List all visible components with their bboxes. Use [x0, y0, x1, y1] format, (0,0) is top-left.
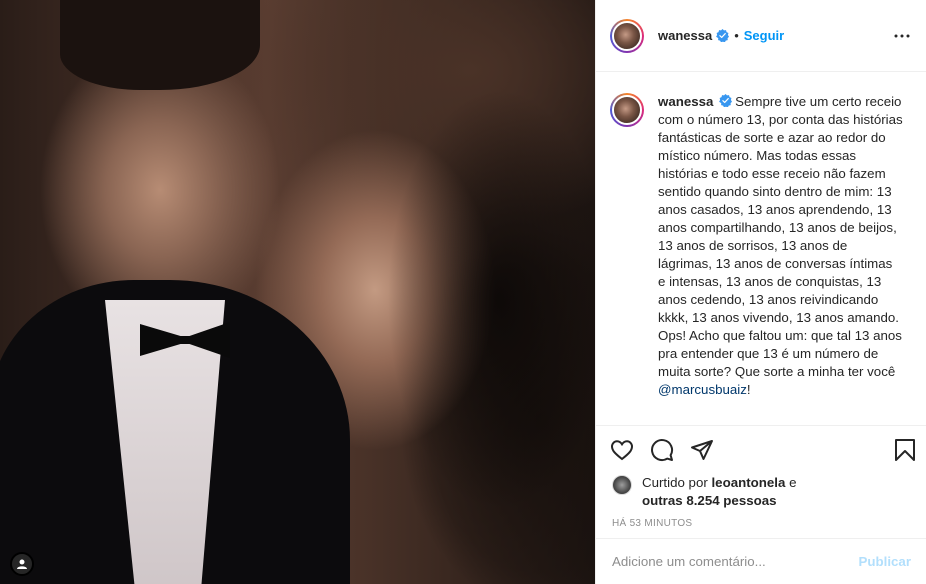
likes-others-link[interactable]: outras 8.254 pessoas — [642, 493, 777, 508]
caption-section: wanessa Sempre tive um certo receio com … — [596, 73, 926, 425]
actions-section: Curtido por leoantonela e outras 8.254 p… — [596, 425, 926, 542]
comment-bar: Adicione um comentário... Publicar — [596, 538, 926, 584]
heart-icon[interactable] — [610, 438, 634, 462]
more-horizontal-icon[interactable] — [894, 28, 910, 44]
photo-hair-right — [270, 0, 595, 584]
post-photo[interactable] — [0, 0, 595, 584]
verified-badge-icon — [716, 29, 730, 42]
caption-body: Sempre tive um certo receio com o número… — [658, 94, 903, 379]
likes-connector: e — [789, 475, 797, 490]
caption-end: ! — [746, 382, 751, 397]
liker-avatar[interactable] — [612, 475, 632, 495]
comment-input[interactable]: Adicione um comentário... — [612, 554, 766, 569]
bookmark-icon[interactable] — [893, 438, 917, 462]
likes-text: Curtido por leoantonela e outras 8.254 p… — [642, 474, 796, 510]
caption-username[interactable]: wanessa — [658, 94, 713, 109]
likes-prefix: Curtido por — [642, 475, 708, 490]
caption-text: wanessa Sempre tive um certo receio com … — [658, 93, 903, 425]
likes-row: Curtido por leoantonela e outras 8.254 p… — [596, 474, 926, 512]
tagged-user-icon[interactable] — [10, 552, 34, 576]
share-icon[interactable] — [690, 438, 714, 462]
comment-icon[interactable] — [650, 438, 674, 462]
author-avatar[interactable] — [610, 18, 644, 53]
post-panel: wanessa • Seguir wanessa Sempre tive um … — [595, 0, 926, 584]
post-header: wanessa • Seguir — [596, 0, 926, 72]
photo-hair-left — [60, 0, 260, 90]
caption-verified-badge-icon — [719, 94, 733, 108]
follow-button[interactable]: Seguir — [744, 28, 784, 43]
author-username[interactable]: wanessa — [658, 28, 712, 43]
header-separator: • — [734, 28, 739, 43]
liker-username[interactable]: leoantonela — [711, 475, 785, 490]
publish-button[interactable]: Publicar — [859, 554, 911, 569]
caption-author-avatar[interactable] — [610, 93, 644, 127]
action-bar — [596, 426, 926, 474]
caption-mention-link[interactable]: @marcusbuaiz — [658, 382, 747, 397]
